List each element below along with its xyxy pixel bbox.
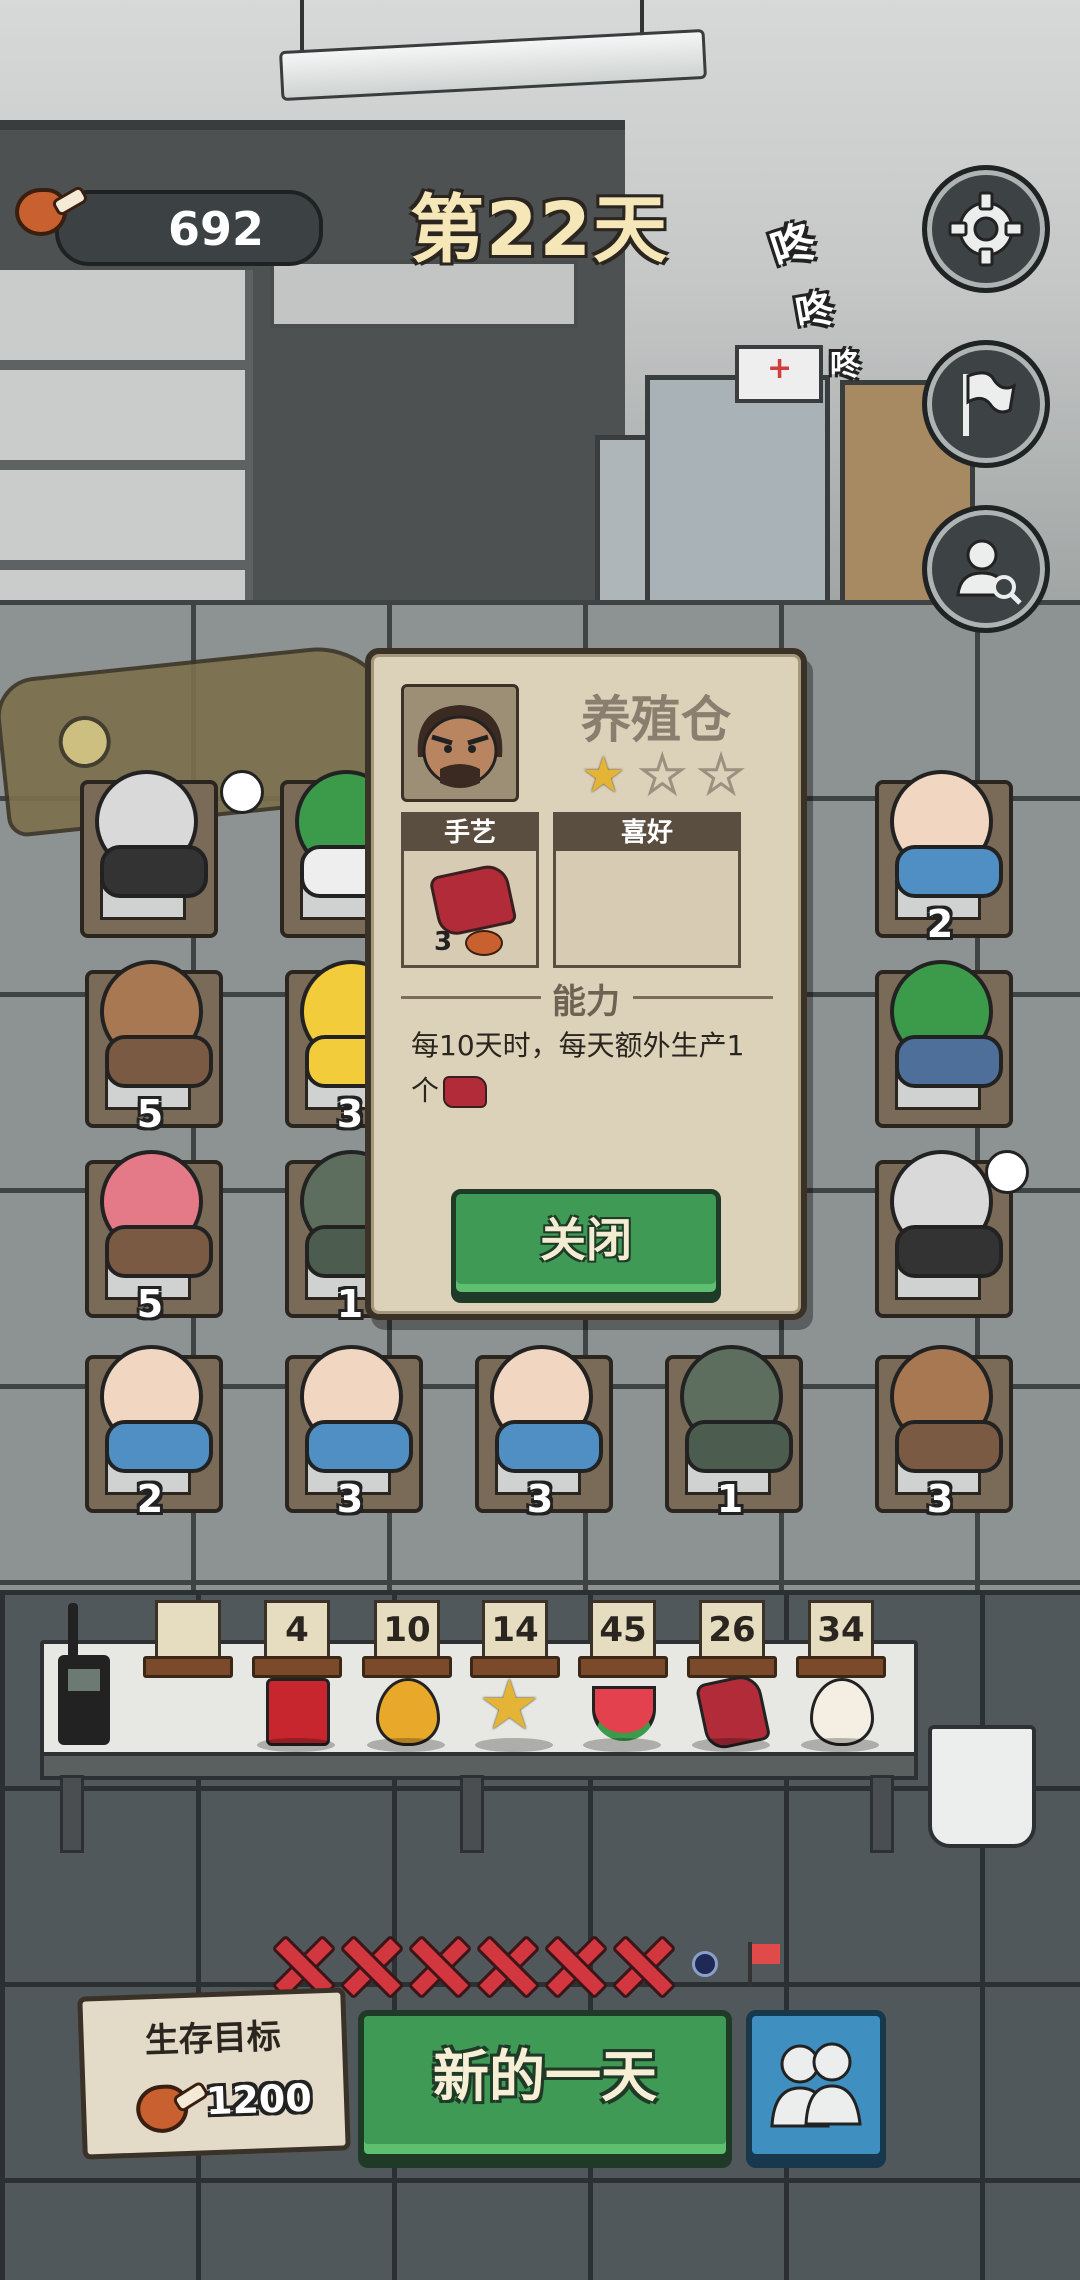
survivor-count: 2 — [926, 902, 954, 946]
survivor-seat[interactable]: 3 — [275, 1345, 425, 1521]
egg-icon — [810, 1678, 874, 1746]
bucket — [928, 1725, 1036, 1848]
survivor-seat[interactable]: 1 — [655, 1345, 805, 1521]
survivor-seat[interactable]: 5 — [75, 960, 225, 1136]
white-flag-icon — [927, 345, 1045, 463]
item-count: 4 — [264, 1600, 330, 1660]
knock-sound-text: 咚 — [830, 348, 860, 383]
drumstick-icon — [15, 180, 90, 236]
survivor-seat[interactable]: 3 — [865, 1345, 1015, 1521]
survivor-count: 1 — [716, 1477, 744, 1521]
basketball-badge-icon — [220, 770, 264, 814]
inventory-slot-ring[interactable]: 4 — [252, 1600, 342, 1800]
goal-title: 生存目标 — [144, 2016, 282, 2062]
gold-star-icon: ★ — [478, 1664, 541, 1746]
first-aid-box — [735, 345, 823, 403]
basketball-badge-icon — [985, 1150, 1029, 1194]
x-mark-icon — [270, 1935, 328, 1993]
person-search-icon — [927, 510, 1045, 628]
survivor-count: 3 — [336, 1477, 364, 1521]
survival-goal-card[interactable]: 生存目标 1200 — [77, 1987, 351, 2160]
star-rating: ★ ★ ★ — [581, 746, 745, 804]
hobby-panel: 喜好 — [553, 812, 741, 968]
search-survivor-button[interactable] — [922, 505, 1050, 633]
skill-header: 手艺 — [404, 815, 536, 851]
group-icon — [770, 2042, 862, 2128]
survivor-seat[interactable] — [865, 960, 1015, 1130]
star-filled-icon: ★ — [581, 746, 626, 804]
survivor-seat[interactable]: 5 — [75, 1150, 225, 1326]
ring-box-icon — [266, 1678, 330, 1746]
current-day-dot — [692, 1951, 718, 1977]
inventory-slot-star[interactable]: 14 ★ — [470, 1600, 560, 1800]
watermelon-slice-icon — [592, 1686, 656, 1741]
surrender-button[interactable] — [922, 340, 1050, 468]
survivor-count: 3 — [926, 1477, 954, 1521]
survivor-count: 3 — [526, 1477, 554, 1521]
hobby-header: 喜好 — [556, 815, 738, 851]
survivor-seat[interactable]: 2 — [75, 1345, 225, 1521]
food-amount: 692 — [167, 202, 264, 256]
inventory-slot-egg[interactable]: 34 — [796, 1600, 886, 1800]
item-count: 14 — [482, 1600, 548, 1660]
metal-cabinet — [645, 375, 830, 620]
light-wire — [300, 0, 304, 50]
x-mark-icon — [542, 1935, 600, 1993]
raw-meat-icon — [443, 1075, 488, 1108]
inventory-slot-golden-egg[interactable]: 10 — [362, 1600, 452, 1800]
drumstick-icon — [135, 2075, 210, 2134]
item-count: 34 — [808, 1600, 874, 1660]
modal-title: 养殖仓 — [581, 691, 731, 749]
day-progress — [270, 1935, 782, 1993]
survivor-portrait — [401, 684, 519, 802]
divider — [633, 996, 773, 999]
close-button[interactable]: 关闭 — [451, 1189, 721, 1297]
star-empty-icon: ★ — [697, 746, 745, 804]
food-counter: 692 — [55, 190, 323, 266]
team-button[interactable] — [746, 2010, 886, 2160]
settings-button[interactable] — [922, 165, 1050, 293]
storage-shelf — [0, 270, 253, 600]
new-day-button[interactable]: 新的一天 — [358, 2010, 732, 2160]
inventory-slot-empty[interactable] — [143, 1600, 233, 1800]
inventory-slot-meat[interactable]: 26 — [687, 1600, 777, 1800]
gear-icon — [927, 170, 1045, 288]
x-mark-icon — [338, 1935, 396, 1993]
survivor-count: 5 — [136, 1092, 164, 1136]
ability-description: 每10天时，每天额外生产1个 — [411, 1024, 761, 1114]
goal-value: 1200 — [205, 2075, 313, 2124]
skill-cost-value: 3 — [434, 927, 453, 957]
skill-panel: 手艺 3 — [401, 812, 539, 968]
red-flag-icon — [742, 1942, 782, 1986]
day-counter: 第22天 — [410, 187, 669, 273]
survivor-detail-modal: 养殖仓 ★ ★ ★ 手艺 3 喜好 能力 每10天时，每天额外生产1个 关闭 — [365, 648, 807, 1320]
x-mark-icon — [474, 1935, 532, 1993]
drumstick-icon — [465, 929, 504, 956]
item-count: 10 — [374, 1600, 440, 1660]
inventory-slot-watermelon[interactable]: 45 — [578, 1600, 668, 1800]
star-empty-icon: ★ — [638, 746, 686, 804]
table-leg — [60, 1775, 84, 1853]
walkie-talkie-icon[interactable] — [58, 1603, 110, 1745]
item-count: 45 — [590, 1600, 656, 1660]
survivor-seat[interactable] — [865, 1150, 1029, 1320]
survivor-seat[interactable]: 2 — [865, 770, 1015, 946]
survivor-seat[interactable]: 3 — [465, 1345, 615, 1521]
skill-cost: 3 — [434, 927, 504, 957]
survivor-seat[interactable] — [70, 770, 264, 940]
item-count — [155, 1600, 221, 1660]
x-mark-icon — [610, 1935, 668, 1993]
golden-egg-icon — [376, 1678, 440, 1746]
survivor-count: 2 — [136, 1477, 164, 1521]
x-mark-icon — [406, 1935, 464, 1993]
radiation-symbol-icon — [56, 713, 114, 771]
item-count: 26 — [699, 1600, 765, 1660]
survivor-count: 5 — [136, 1282, 164, 1326]
